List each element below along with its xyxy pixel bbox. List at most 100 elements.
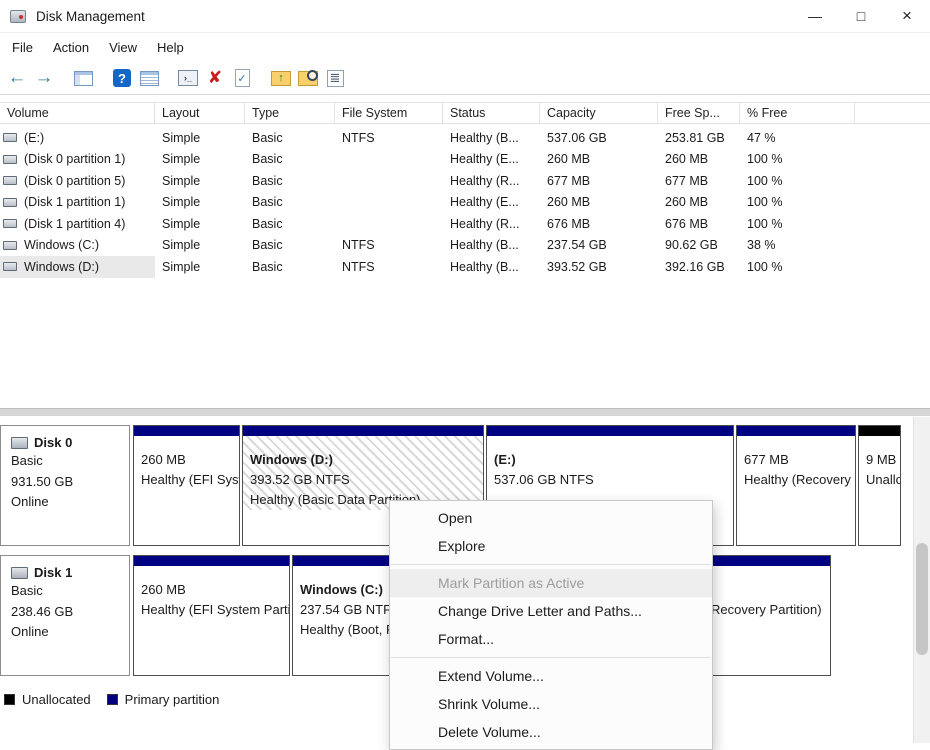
help-icon[interactable]: [110, 66, 134, 90]
back-arrow-icon[interactable]: [5, 66, 29, 90]
menu-item-delete-volume[interactable]: Delete Volume...: [390, 718, 712, 746]
volume-row-disk-0-partition-1[interactable]: (Disk 0 partition 1)SimpleBasicHealthy (…: [0, 149, 930, 171]
menu-item-action[interactable]: Action: [43, 36, 99, 59]
volume-row-disk-1-partition-4[interactable]: (Disk 1 partition 4)SimpleBasicHealthy (…: [0, 213, 930, 235]
volume-icon: [3, 133, 17, 142]
column-header-volume[interactable]: Volume: [0, 103, 155, 123]
volume-name: (E:): [24, 131, 44, 145]
cell-capacity: 237.54 GB: [540, 235, 658, 257]
unallocated-space[interactable]: 9 MBUnallocated: [858, 425, 901, 546]
volume-name: (Disk 1 partition 4): [24, 217, 125, 231]
column-header-free[interactable]: % Free: [740, 103, 855, 123]
command-window-icon[interactable]: [176, 66, 200, 90]
menu-bar: FileActionViewHelp: [0, 33, 930, 62]
cell-percent_free: 47 %: [740, 127, 855, 149]
partition-color-bar: [859, 426, 900, 436]
volume-icon: [3, 219, 17, 228]
volume-row-windows-c[interactable]: Windows (C:)SimpleBasicNTFSHealthy (B...…: [0, 235, 930, 257]
cell-free_space: 260 MB: [658, 192, 740, 214]
cell-free_space: 253.81 GB: [658, 127, 740, 149]
forward-arrow-icon[interactable]: [32, 66, 56, 90]
menu-item-help[interactable]: Help: [147, 36, 194, 59]
disk-name-text: Disk 0: [34, 435, 72, 450]
partition-260-mb[interactable]: 260 MBHealthy (EFI System Partition): [133, 425, 240, 546]
maximize-button[interactable]: □: [838, 0, 884, 32]
menu-item-shrink-volume[interactable]: Shrink Volume...: [390, 690, 712, 718]
partition-title: Windows (D:): [250, 450, 476, 470]
cell-type: Basic: [245, 149, 335, 171]
cell-status: Healthy (B...: [443, 235, 540, 257]
export-list-icon[interactable]: [137, 66, 161, 90]
cell-layout: Simple: [155, 213, 245, 235]
vertical-scrollbar[interactable]: [913, 417, 930, 743]
cell-capacity: 260 MB: [540, 149, 658, 171]
partition-color-bar: [487, 426, 733, 436]
volume-row-windows-d[interactable]: Windows (D:)SimpleBasicNTFSHealthy (B...…: [0, 256, 930, 278]
cell-capacity: 393.52 GB: [540, 256, 658, 278]
volume-name: (Disk 1 partition 1): [24, 195, 125, 209]
partition-color-bar: [134, 556, 289, 566]
pane-splitter[interactable]: [0, 408, 930, 416]
partition-260-mb[interactable]: 260 MBHealthy (EFI System Partition): [133, 555, 290, 676]
menu-separator: [391, 564, 711, 565]
partition-677-mb[interactable]: 677 MBHealthy (Recovery Partition): [736, 425, 856, 546]
disk-icon: [11, 437, 28, 449]
cell-percent_free: 100 %: [740, 149, 855, 171]
disk-info-disk-1[interactable]: Disk 1Basic238.46 GBOnline: [0, 555, 130, 676]
volume-icon: [3, 176, 17, 185]
menu-separator: [391, 657, 711, 658]
legend-swatch: [107, 694, 118, 705]
menu-item-extend-volume[interactable]: Extend Volume...: [390, 662, 712, 690]
volume-name: (Disk 0 partition 1): [24, 152, 125, 166]
disk-status: Online: [11, 492, 123, 512]
menu-item-file[interactable]: File: [2, 36, 43, 59]
cell-status: Healthy (B...: [443, 256, 540, 278]
toolbar-separator: [257, 66, 266, 90]
cell-status: Healthy (R...: [443, 170, 540, 192]
partition-color-bar: [243, 426, 483, 436]
toolbar-separator: [164, 66, 173, 90]
cell-free_space: 677 MB: [658, 170, 740, 192]
close-button[interactable]: ×: [884, 0, 930, 32]
cell-layout: Simple: [155, 192, 245, 214]
cell-type: Basic: [245, 192, 335, 214]
cell-file_system: [335, 213, 443, 235]
partition-body: 260 MBHealthy (EFI System Partition): [134, 566, 289, 620]
disk-status: Online: [11, 622, 123, 642]
menu-item-change-drive-letter-and-paths[interactable]: Change Drive Letter and Paths...: [390, 597, 712, 625]
search-folder-icon[interactable]: [296, 66, 320, 90]
column-header-type[interactable]: Type: [245, 103, 335, 123]
delete-icon[interactable]: [203, 66, 227, 90]
menu-item-open[interactable]: Open: [390, 504, 712, 532]
volume-row-disk-1-partition-1[interactable]: (Disk 1 partition 1) SimpleBasic Healthy (…: [0, 192, 930, 214]
minimize-button[interactable]: —: [792, 0, 838, 32]
volume-row-e[interactable]: (E:)SimpleBasicNTFSHealthy (B...537.06 G…: [0, 127, 930, 149]
cell-percent_free: 100 %: [740, 213, 855, 235]
cell-capacity: 677 MB: [540, 170, 658, 192]
volume-icon: [3, 262, 17, 271]
toolbar-separator: [59, 66, 68, 90]
volume-row-disk-0-partition-5[interactable]: (Disk 0 partition 5)SimpleBasicHealthy (…: [0, 170, 930, 192]
column-header-status[interactable]: Status: [443, 103, 540, 123]
menu-item-view[interactable]: View: [99, 36, 147, 59]
column-header-capacity[interactable]: Capacity: [540, 103, 658, 123]
cell-free_space: 260 MB: [658, 149, 740, 171]
cell-layout: Simple: [155, 256, 245, 278]
open-folder-icon[interactable]: [269, 66, 293, 90]
scrollbar-thumb[interactable]: [916, 543, 928, 655]
cell-layout: Simple: [155, 149, 245, 171]
column-header-free-sp[interactable]: Free Sp...: [658, 103, 740, 123]
menu-item-format[interactable]: Format...: [390, 625, 712, 653]
cell-free_space: 676 MB: [658, 213, 740, 235]
partition-body: 260 MBHealthy (EFI System Partition): [134, 436, 239, 490]
console-tree-icon[interactable]: [71, 66, 95, 90]
column-header-file-system[interactable]: File System: [335, 103, 443, 123]
volume-list-header: VolumeLayoutTypeFile SystemStatusCapacit…: [0, 102, 930, 124]
cell-status: Healthy (E...: [443, 192, 540, 214]
partition-line: Unallocated: [866, 470, 893, 490]
menu-item-explore[interactable]: Explore: [390, 532, 712, 560]
disk-info-disk-0[interactable]: Disk 0Basic931.50 GBOnline: [0, 425, 130, 546]
validate-icon[interactable]: [230, 66, 254, 90]
column-header-layout[interactable]: Layout: [155, 103, 245, 123]
properties-icon[interactable]: [323, 66, 347, 90]
